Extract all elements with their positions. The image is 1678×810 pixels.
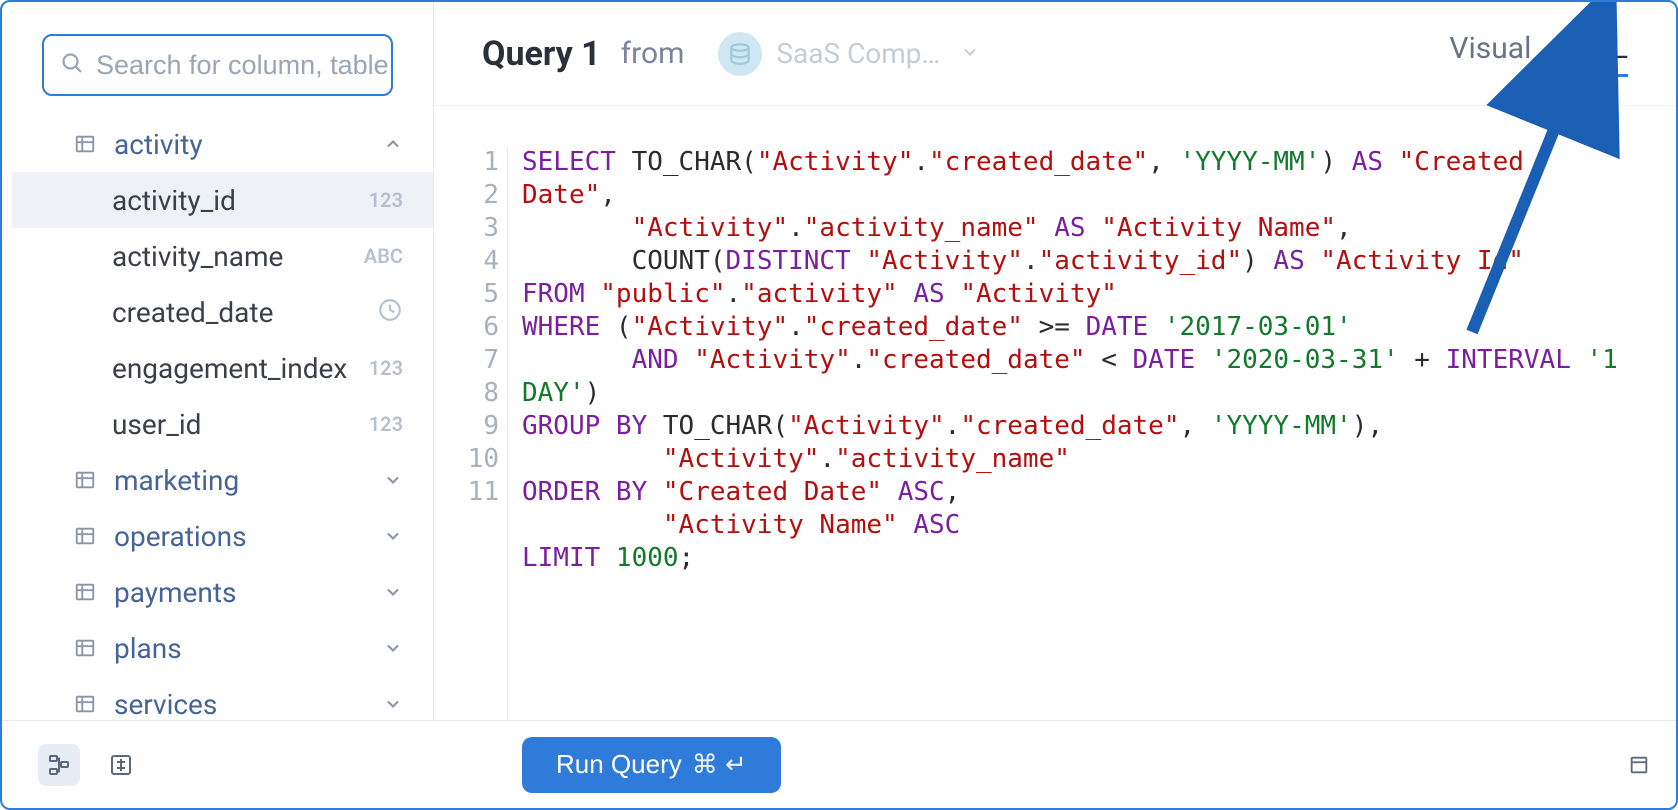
search-input[interactable] <box>96 50 450 81</box>
table-tree: activityactivity_id123activity_nameABCcr… <box>2 116 433 720</box>
search-container <box>2 34 433 116</box>
table-icon <box>74 133 96 155</box>
type-badge: 123 <box>369 412 403 436</box>
table-row-marketing[interactable]: marketing <box>12 452 433 508</box>
table-icon <box>74 693 96 715</box>
column-row-engagement_index[interactable]: engagement_index123 <box>12 340 433 396</box>
mode-tabs: Visual SQL <box>1449 31 1628 77</box>
query-title: Query 1 <box>482 34 601 74</box>
main-row: activityactivity_id123activity_nameABCcr… <box>2 2 1676 720</box>
schema-browser-toggle[interactable] <box>38 744 80 786</box>
table-label: marketing <box>114 464 383 497</box>
schema-sidebar: activityactivity_id123activity_nameABCcr… <box>2 2 434 720</box>
column-row-user_id[interactable]: user_id123 <box>12 396 433 452</box>
chevron-down-icon <box>383 470 403 490</box>
clock-icon <box>377 297 403 328</box>
table-row-activity[interactable]: activity <box>12 116 433 172</box>
variables-toggle[interactable] <box>100 744 142 786</box>
table-label: services <box>114 688 383 721</box>
table-icon <box>74 637 96 659</box>
tab-sql[interactable]: SQL <box>1573 31 1628 77</box>
type-badge: 123 <box>369 356 403 380</box>
chevron-down-icon <box>383 638 403 658</box>
table-icon <box>74 581 96 603</box>
footer-bar: Run Query ⌘ ↵ <box>2 720 1676 808</box>
line-gutter: 1234567891011 <box>464 146 508 720</box>
chevron-down-icon <box>383 694 403 714</box>
app-window: activityactivity_id123activity_nameABCcr… <box>0 0 1678 810</box>
table-label: operations <box>114 520 383 553</box>
table-row-plans[interactable]: plans <box>12 620 433 676</box>
column-label: activity_name <box>112 240 364 273</box>
table-label: activity <box>114 128 383 161</box>
type-badge: ABC <box>364 244 403 268</box>
type-badge: 123 <box>369 188 403 212</box>
maximize-toggle[interactable] <box>1618 744 1660 786</box>
search-icon <box>60 51 84 79</box>
query-header: Query 1 from SaaS Comp… Visual SQL <box>434 2 1676 106</box>
column-label: activity_id <box>112 184 369 217</box>
content-area: Query 1 from SaaS Comp… Visual SQL <box>434 2 1676 720</box>
from-label: from <box>621 36 685 71</box>
chevron-down-icon <box>960 42 980 66</box>
table-row-services[interactable]: services <box>12 676 433 720</box>
column-row-created_date[interactable]: created_date <box>12 284 433 340</box>
table-icon <box>74 525 96 547</box>
table-label: payments <box>114 576 383 609</box>
datasource-icon <box>718 32 762 76</box>
chevron-down-icon <box>383 582 403 602</box>
column-label: user_id <box>112 408 369 441</box>
table-row-payments[interactable]: payments <box>12 564 433 620</box>
chevron-down-icon <box>383 526 403 546</box>
column-row-activity_id[interactable]: activity_id123 <box>12 172 433 228</box>
chevron-up-icon <box>383 134 403 154</box>
run-query-shortcut: ⌘ ↵ <box>692 749 747 780</box>
table-label: plans <box>114 632 383 665</box>
sql-code[interactable]: SELECT TO_CHAR("Activity"."created_date"… <box>508 146 1628 720</box>
sql-editor[interactable]: 1234567891011 SELECT TO_CHAR("Activity".… <box>434 106 1676 720</box>
datasource-selector[interactable]: SaaS Comp… <box>708 28 990 80</box>
search-box[interactable] <box>42 34 393 96</box>
column-label: created_date <box>112 296 377 329</box>
table-icon <box>74 469 96 491</box>
run-query-button[interactable]: Run Query ⌘ ↵ <box>522 737 781 793</box>
datasource-label: SaaS Comp… <box>776 37 940 70</box>
tab-visual[interactable]: Visual <box>1449 31 1531 77</box>
table-row-operations[interactable]: operations <box>12 508 433 564</box>
run-query-label: Run Query <box>556 749 682 780</box>
column-row-activity_name[interactable]: activity_nameABC <box>12 228 433 284</box>
column-label: engagement_index <box>112 352 369 385</box>
